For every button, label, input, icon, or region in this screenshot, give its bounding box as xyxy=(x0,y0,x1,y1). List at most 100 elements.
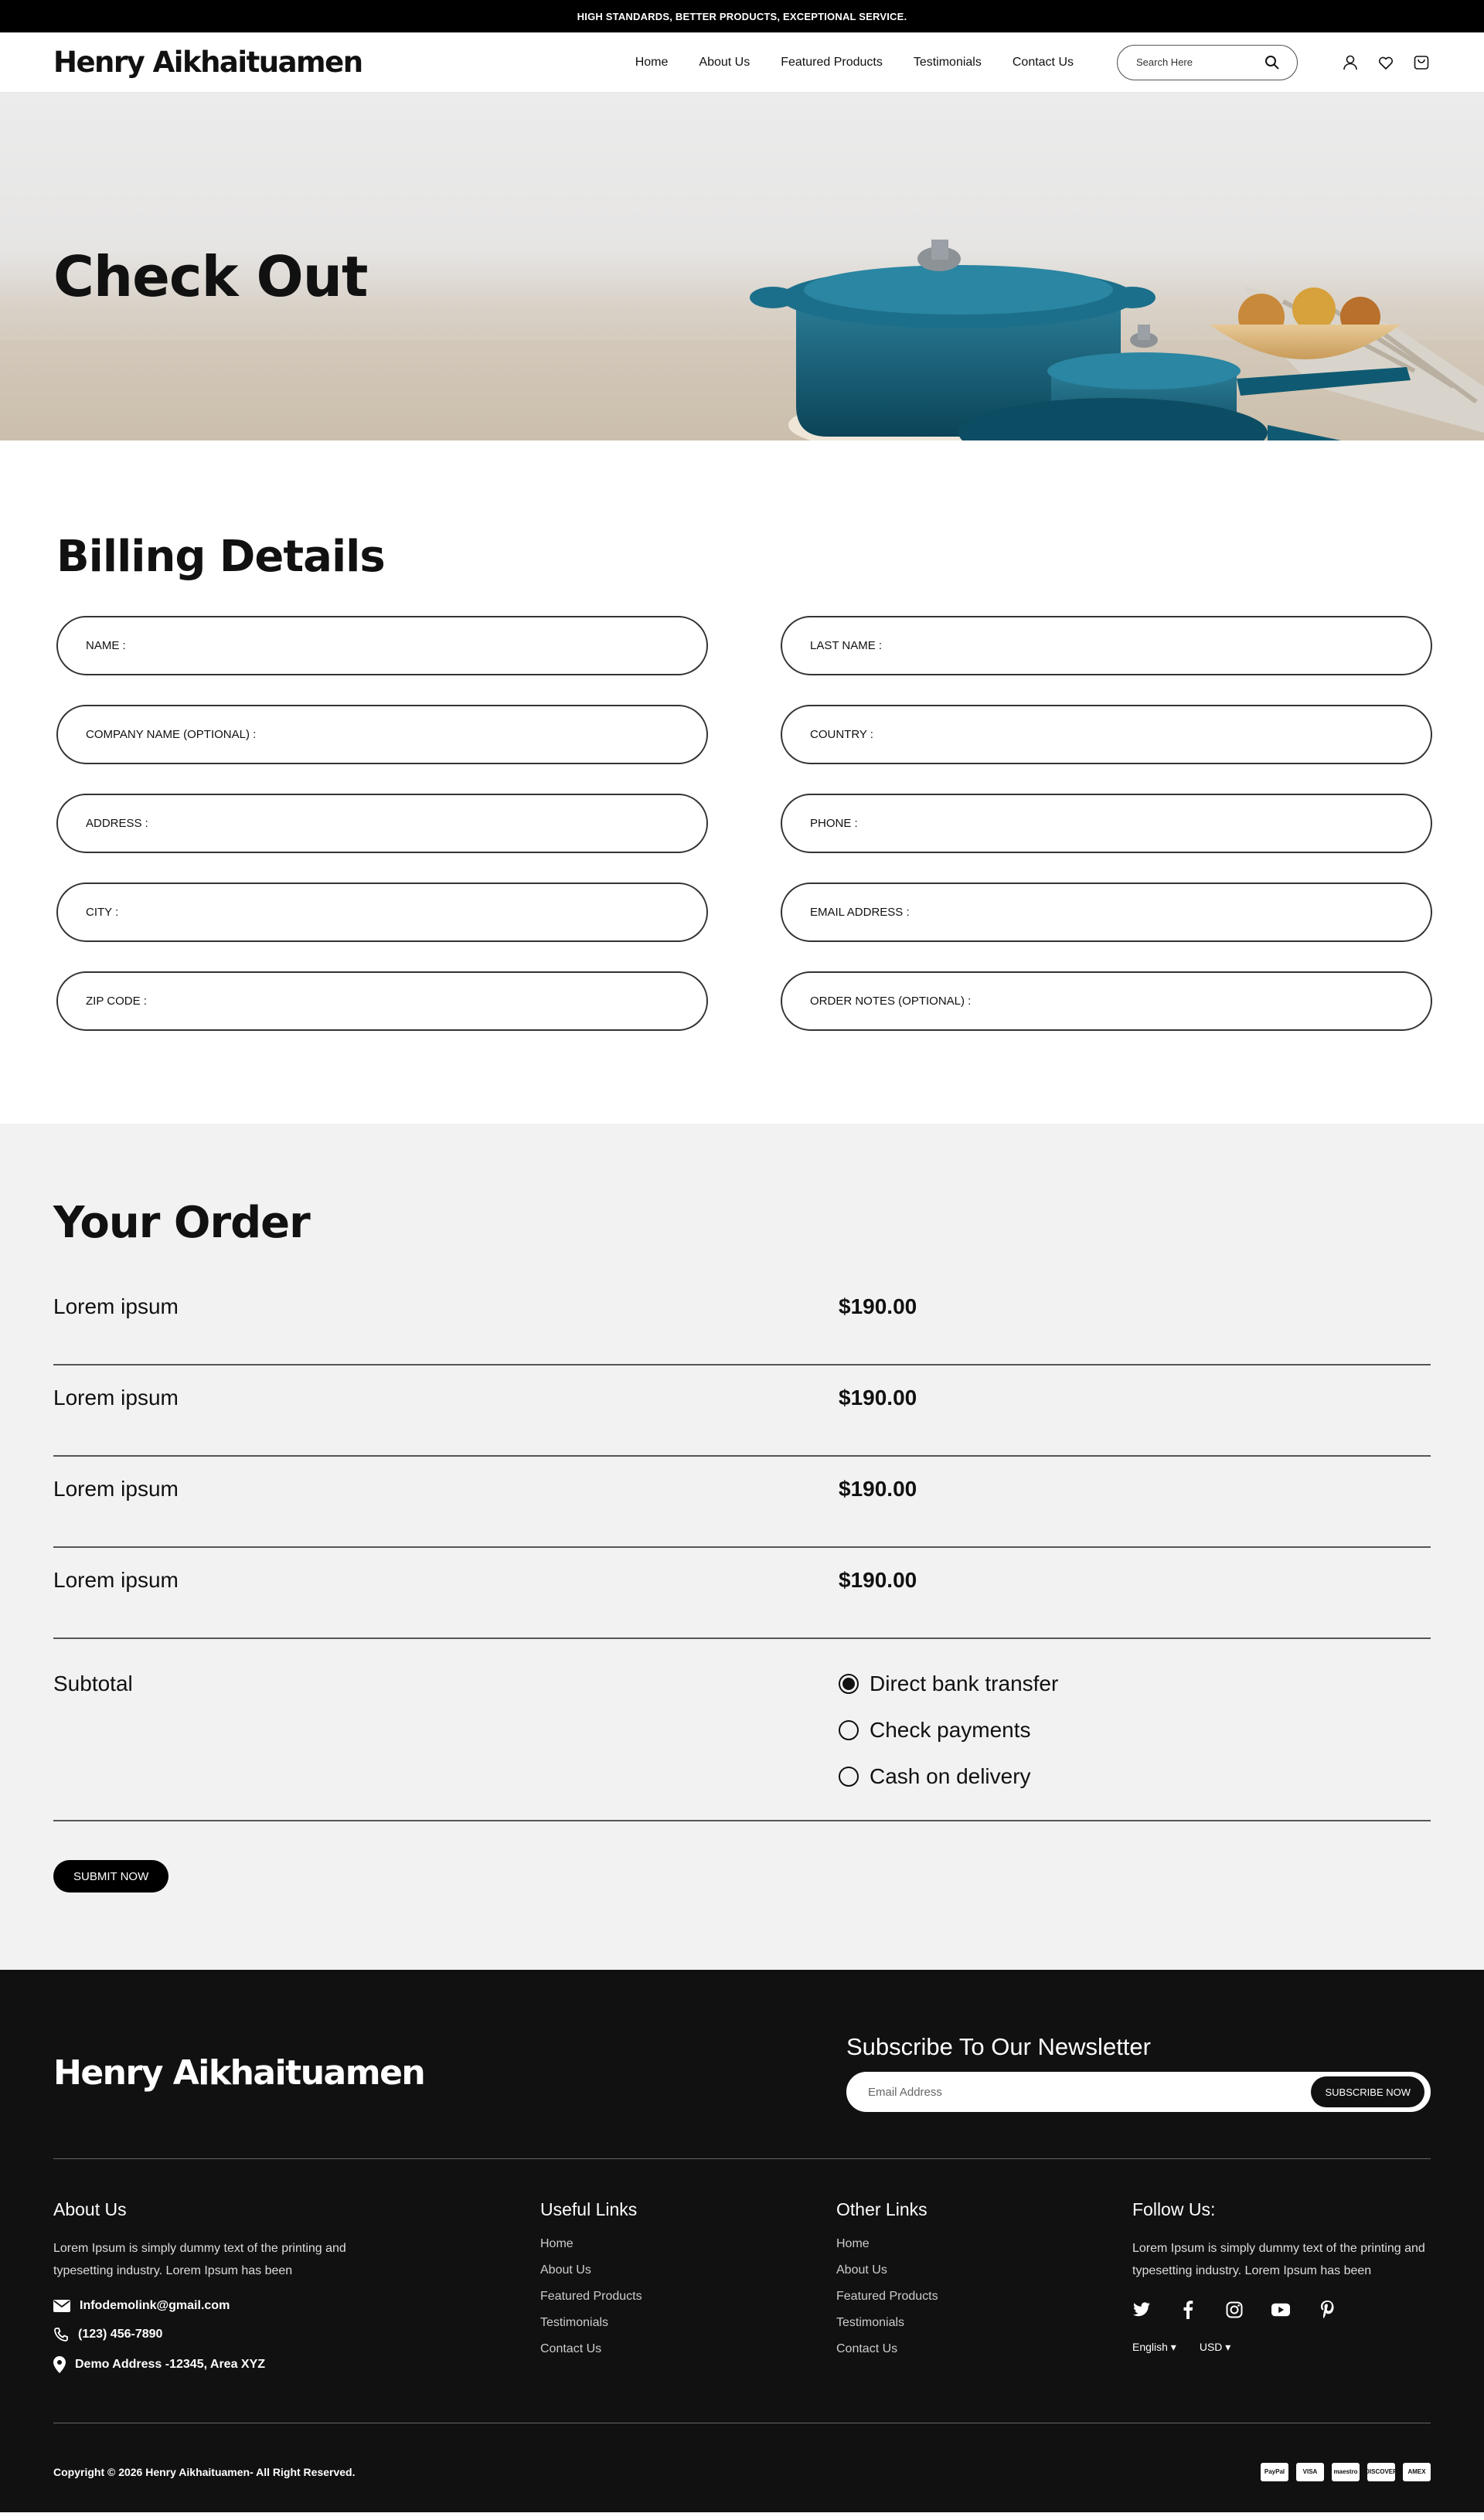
order-item-name: Lorem ipsum xyxy=(53,1294,179,1318)
address-field[interactable]: ADDRESS : xyxy=(56,794,708,853)
payment-option-check[interactable]: Check payments xyxy=(839,1718,1058,1743)
newsletter-form: SUBSCRIBE NOW xyxy=(846,2072,1431,2112)
newsletter-title: Subscribe To Our Newsletter xyxy=(846,2033,1151,2060)
copyright-text: Copyright © 2026 Henry Aikhaituamen- All… xyxy=(53,2465,356,2478)
order-item-row: Lorem ipsum $190.00 xyxy=(53,1457,1431,1548)
order-item-row: Lorem ipsum $190.00 xyxy=(53,1365,1431,1457)
name-field[interactable]: NAME : xyxy=(56,616,708,675)
footer-other-link-featured-products[interactable]: Featured Products xyxy=(836,2290,1132,2304)
contact-email[interactable]: Infodemolink@gmail.com xyxy=(53,2299,540,2313)
phone-text: (123) 456-7890 xyxy=(78,2328,163,2341)
footer-other-link-about-us[interactable]: About Us xyxy=(836,2263,1132,2277)
payment-methods: PayPal VISA maestro DISCOVER AMEX xyxy=(1261,2462,1431,2481)
social-links xyxy=(1132,2301,1441,2319)
country-field[interactable]: COUNTRY : xyxy=(781,705,1432,764)
radio-selected-icon[interactable] xyxy=(839,1674,859,1694)
footer-logo[interactable]: Henry Aikhaituamen xyxy=(53,2053,426,2112)
footer-link-home[interactable]: Home xyxy=(540,2237,836,2251)
twitter-icon[interactable] xyxy=(1132,2301,1151,2319)
page-title: Check Out xyxy=(53,244,368,309)
instagram-icon[interactable] xyxy=(1225,2301,1244,2319)
search-input[interactable] xyxy=(1136,56,1263,68)
header-actions xyxy=(1341,53,1431,72)
language-select[interactable]: English xyxy=(1132,2341,1176,2354)
main-nav: Home About Us Featured Products Testimon… xyxy=(635,56,1074,70)
about-title: About Us xyxy=(53,2199,127,2219)
city-field[interactable]: CITY : xyxy=(56,883,708,942)
locale-selectors: English USD xyxy=(1132,2341,1441,2354)
order-item-price: $190.00 xyxy=(839,1568,917,1592)
heart-icon[interactable] xyxy=(1377,53,1395,72)
order-item-name: Lorem ipsum xyxy=(53,1477,179,1501)
radio-unselected-icon[interactable] xyxy=(839,1720,859,1740)
nav-testimonials[interactable]: Testimonials xyxy=(914,56,982,70)
currency-select[interactable]: USD xyxy=(1200,2341,1230,2354)
email-address-field[interactable]: EMAIL ADDRESS : xyxy=(781,883,1432,942)
useful-links-title: Useful Links xyxy=(540,2199,638,2219)
address-text: Demo Address -12345, Area XYZ xyxy=(75,2358,266,2371)
subscribe-button[interactable]: SUBSCRIBE NOW xyxy=(1311,2076,1424,2107)
radio-unselected-icon[interactable] xyxy=(839,1767,859,1787)
footer-link-about-us[interactable]: About Us xyxy=(540,2263,836,2277)
about-text: Lorem Ipsum is simply dummy text of the … xyxy=(53,2242,346,2277)
other-links-title: Other Links xyxy=(836,2199,928,2219)
payment-options: Direct bank transfer Check payments Cash… xyxy=(839,1671,1058,1789)
newsletter-email-input[interactable] xyxy=(868,2085,1312,2099)
location-pin-icon xyxy=(53,2356,66,2373)
billing-form: NAME : LAST NAME : COMPANY NAME (OPTIONA… xyxy=(56,616,1432,1031)
order-item-price: $190.00 xyxy=(839,1477,917,1501)
footer-link-contact-us[interactable]: Contact Us xyxy=(540,2342,836,2356)
search-icon[interactable] xyxy=(1263,53,1281,72)
visa-icon: VISA xyxy=(1296,2462,1324,2481)
order-notes-field[interactable]: ORDER NOTES (OPTIONAL) : xyxy=(781,971,1432,1031)
footer-about: About Us Lorem Ipsum is simply dummy tex… xyxy=(53,2199,540,2423)
order-item-row: Lorem ipsum $190.00 xyxy=(53,1274,1431,1365)
amex-icon: AMEX xyxy=(1403,2462,1431,2481)
email-text: Infodemolink@gmail.com xyxy=(80,2299,230,2312)
billing-title: Billing Details xyxy=(56,532,386,582)
nav-about-us[interactable]: About Us xyxy=(699,56,750,70)
footer-useful-links: Useful Links Home About Us Featured Prod… xyxy=(540,2199,836,2423)
contact-phone[interactable]: (123) 456-7890 xyxy=(53,2327,540,2342)
cart-icon[interactable] xyxy=(1412,53,1431,72)
subtotal-row: Subtotal Direct bank transfer Check paym… xyxy=(53,1639,1431,1821)
site-logo[interactable]: Henry Aikhaituamen xyxy=(53,46,363,79)
footer-link-featured-products[interactable]: Featured Products xyxy=(540,2290,836,2304)
facebook-icon[interactable] xyxy=(1179,2301,1197,2319)
footer-columns: About Us Lorem Ipsum is simply dummy tex… xyxy=(53,2159,1431,2423)
hero-banner: Check Out xyxy=(0,93,1484,440)
subtotal-label: Subtotal xyxy=(53,1671,133,1695)
your-order-section: Your Order Lorem ipsum $190.00 Lorem ips… xyxy=(0,1124,1484,1970)
footer-top: Henry Aikhaituamen Subscribe To Our News… xyxy=(53,2033,1431,2159)
order-item-name: Lorem ipsum xyxy=(53,1568,179,1592)
follow-title: Follow Us: xyxy=(1132,2199,1216,2219)
footer-other-link-testimonials[interactable]: Testimonials xyxy=(836,2316,1132,2330)
order-item-row: Lorem ipsum $190.00 xyxy=(53,1548,1431,1639)
footer-link-testimonials[interactable]: Testimonials xyxy=(540,2316,836,2330)
footer-bottom: Copyright © 2026 Henry Aikhaituamen- All… xyxy=(53,2423,1431,2520)
order-item-name: Lorem ipsum xyxy=(53,1386,179,1410)
site-header: Henry Aikhaituamen Home About Us Feature… xyxy=(0,32,1484,93)
paypal-icon: PayPal xyxy=(1261,2462,1288,2481)
search-box xyxy=(1117,44,1298,80)
nav-contact-us[interactable]: Contact Us xyxy=(1013,56,1074,70)
contact-address: Demo Address -12345, Area XYZ xyxy=(53,2356,540,2373)
site-footer: Henry Aikhaituamen Subscribe To Our News… xyxy=(0,1970,1484,2512)
youtube-icon[interactable] xyxy=(1271,2301,1290,2319)
company-name-field[interactable]: COMPANY NAME (OPTIONAL) : xyxy=(56,705,708,764)
payment-option-bank-transfer[interactable]: Direct bank transfer xyxy=(839,1671,1058,1696)
account-icon[interactable] xyxy=(1341,53,1360,72)
nav-home[interactable]: Home xyxy=(635,56,669,70)
pinterest-icon[interactable] xyxy=(1318,2301,1336,2319)
zip-code-field[interactable]: ZIP CODE : xyxy=(56,971,708,1031)
last-name-field[interactable]: LAST NAME : xyxy=(781,616,1432,675)
footer-other-link-contact-us[interactable]: Contact Us xyxy=(836,2342,1132,2356)
discover-icon: DISCOVER xyxy=(1365,2462,1397,2481)
phone-field[interactable]: PHONE : xyxy=(781,794,1432,853)
footer-other-link-home[interactable]: Home xyxy=(836,2237,1132,2251)
payment-option-cash[interactable]: Cash on delivery xyxy=(839,1764,1058,1789)
payment-option-label: Cash on delivery xyxy=(870,1764,1031,1788)
nav-featured-products[interactable]: Featured Products xyxy=(781,56,883,70)
submit-button[interactable]: SUBMIT NOW xyxy=(53,1860,169,1893)
announcement-text: HIGH STANDARDS, BETTER PRODUCTS, EXCEPTI… xyxy=(577,10,907,22)
